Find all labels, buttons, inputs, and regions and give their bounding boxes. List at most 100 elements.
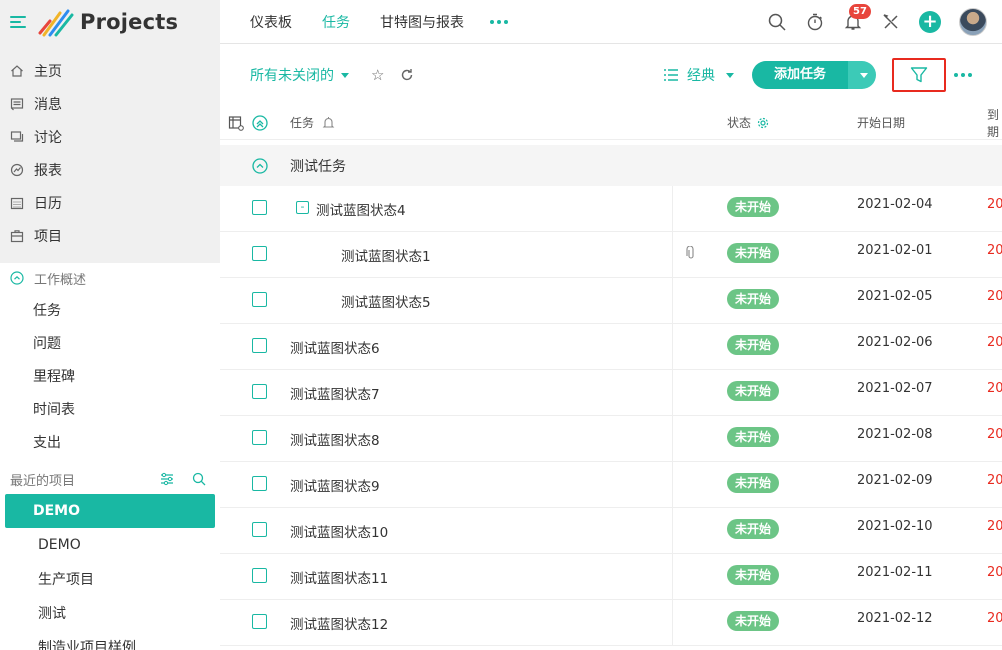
view-filter-dropdown[interactable]: 所有未关闭的 xyxy=(250,65,349,85)
due-date: 20 xyxy=(987,427,1002,442)
task-row[interactable]: 测试蓝图状态8 未开始 2021-02-08 20 xyxy=(220,416,1002,462)
add-icon[interactable]: + xyxy=(919,10,941,33)
task-name[interactable]: 测试蓝图状态7 xyxy=(290,383,380,403)
star-icon[interactable]: ☆ xyxy=(371,66,384,84)
status-badge[interactable]: 未开始 xyxy=(727,335,780,355)
status-badge[interactable]: 未开始 xyxy=(727,519,780,539)
task-checkbox[interactable] xyxy=(252,568,267,583)
avatar[interactable] xyxy=(959,7,987,36)
recent-project-item[interactable]: DEMO xyxy=(5,528,215,562)
task-checkbox[interactable] xyxy=(252,338,267,353)
task-checkbox[interactable] xyxy=(252,292,267,307)
header-status[interactable]: 状态 xyxy=(727,114,769,131)
nav-item[interactable]: 主页 xyxy=(0,54,220,87)
work-overview-item[interactable]: 时间表 xyxy=(0,392,220,425)
attachment-icon[interactable] xyxy=(686,245,696,264)
search-icon[interactable] xyxy=(192,472,206,486)
status-badge[interactable]: 未开始 xyxy=(727,197,780,217)
task-row[interactable]: - 测试蓝图状态4 未开始 2021-02-04 20 xyxy=(220,186,1002,232)
task-name[interactable]: 测试蓝图状态9 xyxy=(290,475,380,495)
due-date: 20 xyxy=(987,197,1002,212)
task-checkbox[interactable] xyxy=(252,430,267,445)
work-overview-item[interactable]: 问题 xyxy=(0,326,220,359)
task-name[interactable]: 测试蓝图状态4 xyxy=(316,199,406,219)
recent-project-item[interactable]: 测试 xyxy=(5,596,215,630)
task-name[interactable]: 测试蓝图状态10 xyxy=(290,521,388,541)
top-tab[interactable]: 任务 xyxy=(322,12,350,32)
add-task-dropdown[interactable] xyxy=(848,61,876,89)
recent-project-item[interactable]: DEMO xyxy=(5,494,215,528)
collapse-group-icon[interactable] xyxy=(252,158,268,178)
more-options-icon[interactable] xyxy=(954,73,972,77)
task-checkbox[interactable] xyxy=(252,476,267,491)
refresh-icon[interactable] xyxy=(400,68,414,82)
nav-item[interactable]: 日历 xyxy=(0,186,220,219)
tools-icon[interactable] xyxy=(881,12,901,32)
task-row[interactable]: 测试蓝图状态11 未开始 2021-02-11 20 xyxy=(220,554,1002,600)
column-divider xyxy=(672,324,673,370)
task-name[interactable]: 测试蓝图状态12 xyxy=(290,613,388,633)
task-row[interactable]: 测试蓝图状态9 未开始 2021-02-09 20 xyxy=(220,462,1002,508)
status-badge[interactable]: 未开始 xyxy=(727,243,780,263)
work-overview-item[interactable]: 任务 xyxy=(0,293,220,326)
filter-button[interactable] xyxy=(892,58,946,92)
work-overview-item[interactable]: 支出 xyxy=(0,425,220,458)
status-badge[interactable]: 未开始 xyxy=(727,289,780,309)
task-row[interactable]: 测试蓝图状态6 未开始 2021-02-06 20 xyxy=(220,324,1002,370)
top-tab[interactable]: 甘特图与报表 xyxy=(380,12,464,32)
status-badge[interactable]: 未开始 xyxy=(727,381,780,401)
nav-item[interactable]: 消息 xyxy=(0,87,220,120)
header-task[interactable]: 任务 xyxy=(290,114,335,131)
notification-bell-icon[interactable]: 57 xyxy=(843,3,871,32)
layout-dropdown[interactable]: 经典 xyxy=(663,65,734,85)
column-settings-icon[interactable] xyxy=(228,115,244,134)
task-name[interactable]: 测试蓝图状态6 xyxy=(290,337,380,357)
top-tab[interactable]: 仪表板 xyxy=(250,12,292,32)
status-badge[interactable]: 未开始 xyxy=(727,565,780,585)
task-checkbox[interactable] xyxy=(252,200,267,215)
column-divider xyxy=(672,554,673,600)
nav-item[interactable]: 讨论 xyxy=(0,120,220,153)
menu-toggle-icon[interactable] xyxy=(10,16,26,28)
recent-projects-title: 最近的项目 xyxy=(10,473,76,489)
task-checkbox[interactable] xyxy=(252,522,267,537)
status-badge[interactable]: 未开始 xyxy=(727,473,780,493)
task-name[interactable]: 测试蓝图状态1 xyxy=(341,245,431,265)
work-overview-title: 工作概述 xyxy=(34,272,87,288)
gear-icon[interactable] xyxy=(757,117,769,129)
recent-project-item[interactable]: 生产项目 xyxy=(5,562,215,596)
task-checkbox[interactable] xyxy=(252,246,267,261)
header-due-date[interactable]: 到期 xyxy=(987,106,1002,140)
collapse-subtasks-icon[interactable]: - xyxy=(296,201,309,214)
task-row[interactable]: 测试蓝图状态10 未开始 2021-02-10 20 xyxy=(220,508,1002,554)
task-row[interactable]: 测试蓝图状态5 未开始 2021-02-05 20 xyxy=(220,278,1002,324)
task-name[interactable]: 测试蓝图状态11 xyxy=(290,567,388,587)
add-task-button[interactable]: 添加任务 xyxy=(751,61,848,89)
task-checkbox[interactable] xyxy=(252,384,267,399)
task-row[interactable]: 测试蓝图状态7 未开始 2021-02-07 20 xyxy=(220,370,1002,416)
settings-sliders-icon[interactable] xyxy=(160,472,174,486)
more-tabs-icon[interactable] xyxy=(490,19,508,24)
task-row[interactable]: 测试蓝图状态1 未开始 2021-02-01 20 xyxy=(220,232,1002,278)
task-name[interactable]: 测试蓝图状态5 xyxy=(341,291,431,311)
nav-item[interactable]: 项目 xyxy=(0,219,220,252)
nav-item-label: 项目 xyxy=(34,228,62,245)
task-name[interactable]: 测试蓝图状态8 xyxy=(290,429,380,449)
column-divider xyxy=(672,462,673,508)
status-badge[interactable]: 未开始 xyxy=(727,427,780,447)
reminder-icon[interactable] xyxy=(322,116,335,129)
header-start-date[interactable]: 开始日期 xyxy=(857,114,905,131)
task-checkbox[interactable] xyxy=(252,614,267,629)
nav-item-label: 日历 xyxy=(34,195,62,212)
nav-item[interactable]: 报表 xyxy=(0,153,220,186)
status-badge[interactable]: 未开始 xyxy=(727,611,780,631)
start-date: 2021-02-06 xyxy=(857,335,933,350)
task-row[interactable]: 测试蓝图状态12 未开始 2021-02-12 20 xyxy=(220,600,1002,646)
work-overview-item[interactable]: 里程碑 xyxy=(0,359,220,392)
timer-icon[interactable] xyxy=(805,12,825,32)
recent-project-item[interactable]: 制造业项目样例 xyxy=(5,630,215,650)
collapse-all-icon[interactable] xyxy=(252,115,268,134)
search-icon[interactable] xyxy=(767,12,787,32)
nav-item-label: 主页 xyxy=(34,63,62,80)
work-overview-header[interactable]: 工作概述 xyxy=(0,263,220,293)
